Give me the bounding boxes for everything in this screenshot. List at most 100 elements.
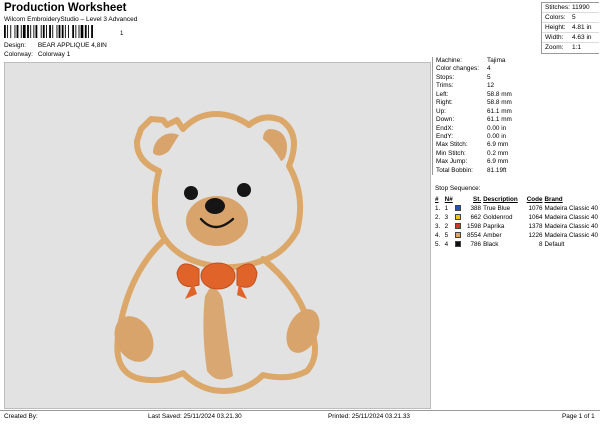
stop-description: Amber <box>483 232 502 239</box>
stop-needle: 2 <box>444 223 449 230</box>
stop-stitches: 1598 <box>467 223 482 230</box>
bear-left-eye <box>184 186 198 200</box>
summary-label: Stitches: <box>545 4 570 11</box>
stop-stitches: 388 <box>470 205 482 212</box>
stop-sequence-header: # N# St. Description Code Brand <box>435 195 598 204</box>
info-label: Left: <box>436 90 449 98</box>
summary-value: 1:1 <box>572 44 582 51</box>
stop-code: 1378 <box>528 223 543 230</box>
stop-needle: 1 <box>444 205 449 212</box>
info-endx: EndX: 0.00 in <box>433 125 600 133</box>
info-value: 61.1 mm <box>487 107 512 115</box>
footer-divider <box>0 410 600 411</box>
stop-needle: 4 <box>444 241 449 248</box>
footer-page-number: Page 1 of 1 <box>562 413 595 420</box>
info-machine: Machine: Tajima <box>433 57 600 65</box>
bear-belly <box>203 286 233 380</box>
stop-brand: Madeira Classic 40 <box>544 232 598 239</box>
info-value: 0.00 in <box>487 124 507 132</box>
info-label: Down: <box>436 116 455 124</box>
summary-colors: Colors: 5 <box>542 13 599 23</box>
stop-index: 5. <box>435 241 441 248</box>
col-index: # <box>435 196 439 203</box>
info-value: 5 <box>487 73 491 81</box>
barcode-number: 1 <box>120 31 124 37</box>
stop-needle: 3 <box>444 214 449 221</box>
summary-zoom: Zoom: 1:1 <box>542 43 599 53</box>
stop-sequence-row: 4. 5 8554 Amber 1226 Madeira Classic 40 <box>435 231 598 240</box>
col-description: Description <box>483 196 518 203</box>
bow-right-loop <box>236 263 258 288</box>
info-value: 0.2 mm <box>487 149 509 157</box>
col-code: Code <box>526 196 543 203</box>
stop-color-cell <box>454 213 464 222</box>
info-label: Machine: <box>436 57 462 64</box>
summary-height: Height: 4.81 in <box>542 23 599 33</box>
colorway-label: Colorway: <box>4 51 33 58</box>
info-label: Max Jump: <box>436 158 468 166</box>
stop-brand: Madeira Classic 40 <box>544 214 598 221</box>
info-label: Trims: <box>436 82 454 90</box>
info-min-stitch: Min Stitch: 0.2 mm <box>433 150 600 158</box>
info-value: 6.9 mm <box>487 158 509 166</box>
stop-description: Black <box>483 241 499 248</box>
info-label: Max Stitch: <box>436 141 468 149</box>
stop-code: 1226 <box>528 232 543 239</box>
bow-knot <box>200 262 236 290</box>
footer-created-by: Created By: <box>4 413 38 420</box>
info-down: Down: 61.1 mm <box>433 116 600 124</box>
bear-left-ear <box>153 133 179 156</box>
stop-stitches: 786 <box>470 241 482 248</box>
bear-applique-image <box>114 111 320 394</box>
info-endy: EndY: 0.00 in <box>433 133 600 141</box>
color-swatch <box>454 213 461 220</box>
design-summary: Stitches: 11990 Colors: 5 Height: 4.81 in W… <box>541 2 599 54</box>
stop-brand: Madeira Classic 40 <box>544 205 598 212</box>
summary-label: Zoom: <box>545 44 564 51</box>
summary-width: Width: 4.63 in <box>542 33 599 43</box>
info-trims: Trims: 12 <box>433 82 600 90</box>
stop-color-cell <box>454 240 464 249</box>
footer-last-saved: Last Saved: 25/11/2024 03.21.30 <box>148 413 242 420</box>
worksheet-title: Production Worksheet <box>4 2 127 14</box>
col-color <box>455 195 464 204</box>
info-left: Left: 58.8 mm <box>433 91 600 99</box>
col-needle: N# <box>444 196 453 203</box>
stop-description: Goldenrod <box>483 214 513 221</box>
stop-sequence-row: 1. 1 388 True Blue 1076 Madeira Classic 40 <box>435 204 598 213</box>
info-label: Stops: <box>436 73 455 81</box>
stop-sequence-title: Stop Sequence: <box>435 185 481 192</box>
machine-info-panel: Machine: Tajima Color changes: 4 Stops: 5 T… <box>432 57 600 176</box>
colorway-value: Colorway 1 <box>37 51 71 58</box>
info-max-stitch: Max Stitch: 6.9 mm <box>433 141 600 149</box>
summary-value: 4.81 in <box>572 24 592 31</box>
stop-description: True Blue <box>483 205 511 212</box>
stop-sequence-row: 2. 3 662 Goldenrod 1064 Madeira Classic 40 <box>435 213 598 222</box>
stop-code: 1064 <box>528 214 543 221</box>
col-stitches: St. <box>473 196 482 203</box>
design-label: Design: <box>4 42 27 49</box>
stop-color-cell <box>454 222 464 231</box>
color-swatch <box>454 222 461 229</box>
info-total-bobbin: Total Bobbin: 81.19ft <box>433 167 600 175</box>
info-label: EndX: <box>436 124 454 132</box>
stop-brand: Default <box>544 241 565 248</box>
stop-sequence-table: # N# St. Description Code Brand 1. 1 388 Tr… <box>435 195 598 249</box>
bear-right-foot <box>286 309 320 353</box>
summary-value: 11990 <box>572 4 590 11</box>
stop-brand: Madeira Classic 40 <box>544 223 598 230</box>
summary-label: Height: <box>545 24 566 31</box>
software-name: Wilcom EmbroideryStudio – Level 3 Advanc… <box>4 16 138 23</box>
stop-index: 4. <box>435 232 441 239</box>
color-swatch <box>454 231 461 238</box>
summary-value: 5 <box>572 14 576 21</box>
info-value: 58.8 mm <box>487 99 512 107</box>
colorway-row: Colorway: Colorway 1 <box>4 51 70 58</box>
color-swatch <box>454 204 461 211</box>
bear-right-ear <box>263 129 287 161</box>
footer-printed: Printed: 25/11/2024 03.21.33 <box>328 413 410 420</box>
info-value: 81.19ft <box>487 166 507 174</box>
col-brand: Brand <box>544 196 563 203</box>
bear-nose <box>205 198 225 214</box>
info-value: 12 <box>487 82 495 90</box>
